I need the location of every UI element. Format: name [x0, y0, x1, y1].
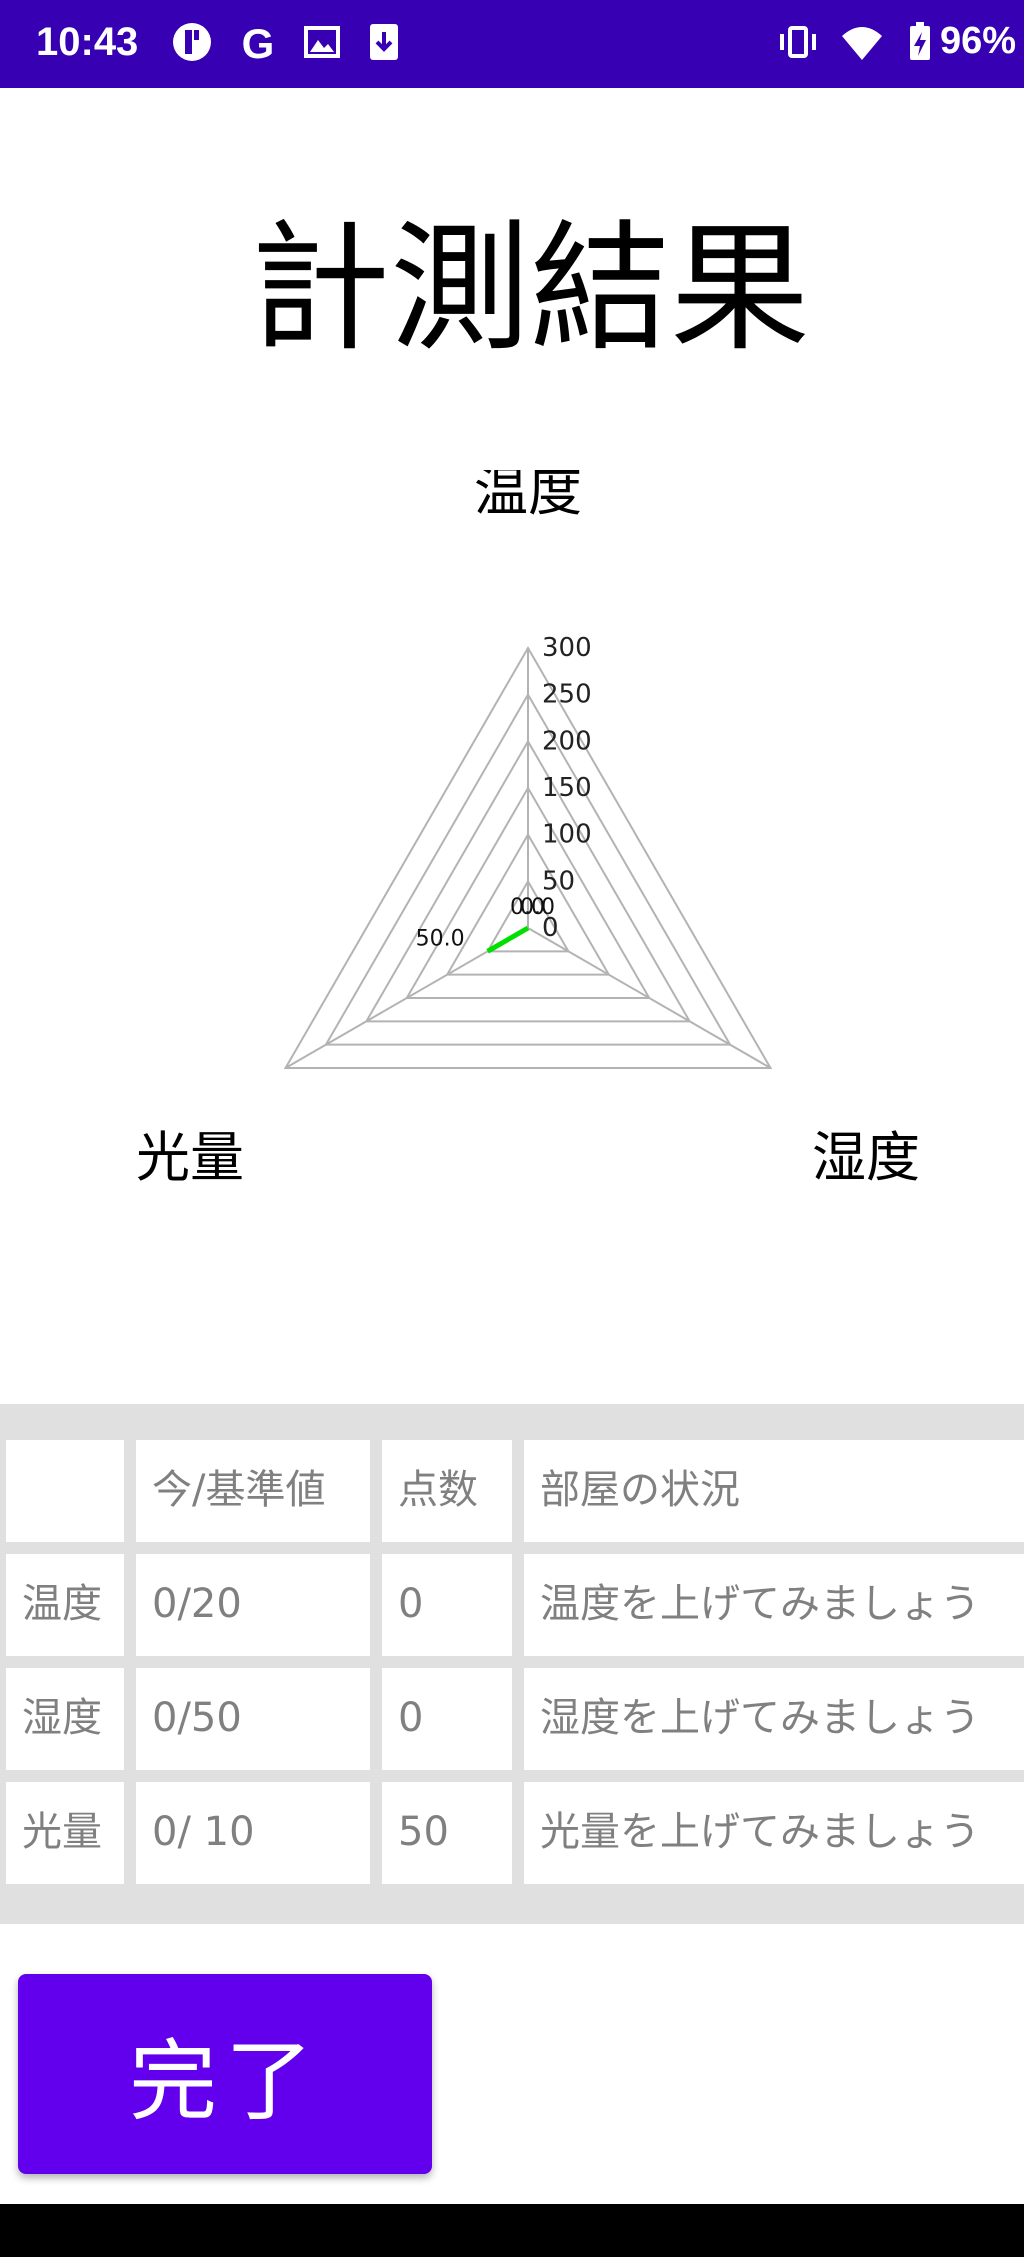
results-table: 今/基準値 点数 部屋の状況温度 0/20 0 温度を上げてみましょう湿度 0/50 0 湿度を…: [0, 1404, 1024, 1924]
tick-label: 100: [542, 820, 592, 850]
table-cell: 光量: [6, 1782, 124, 1884]
tick-label: 250: [542, 680, 592, 710]
done-button[interactable]: 完了: [18, 1974, 432, 2174]
table-cell: 湿度を上げてみましょう: [524, 1668, 1024, 1770]
point-label: 50.0: [416, 926, 465, 951]
table-cell: 温度を上げてみましょう: [524, 1554, 1024, 1656]
table-cell: 温度: [6, 1554, 124, 1656]
table-cell: 0: [382, 1554, 512, 1656]
table-header-cell: 点数: [382, 1440, 512, 1542]
tick-label: 300: [542, 633, 592, 663]
axis-label: 温度: [474, 470, 582, 523]
download-icon: [370, 24, 398, 60]
tick-label: 200: [542, 726, 592, 756]
table-cell: 0/ 10: [136, 1782, 370, 1884]
navigation-bar: [0, 2204, 1024, 2257]
tick-label: 50: [542, 866, 575, 896]
table-cell: 光量を上げてみましょう: [524, 1782, 1024, 1884]
table-header-cell: [6, 1440, 124, 1542]
table-cell: 0/20: [136, 1554, 370, 1656]
axis-label: 光量: [136, 1126, 244, 1189]
point-label: 0.0: [520, 895, 555, 920]
svg-text:G: G: [242, 20, 275, 64]
wifi-icon: [842, 27, 882, 60]
table-header-cell: 部屋の状況: [524, 1440, 1024, 1542]
status-bar: 10:43 G 96%: [0, 0, 1024, 88]
radar-chart: 050100150200250300温度湿度光量0.00.050.0: [136, 470, 920, 1189]
axis-label: 湿度: [812, 1126, 920, 1189]
battery-charging-icon: [910, 22, 930, 60]
table-cell: 湿度: [6, 1668, 124, 1770]
table-header-cell: 今/基準値: [136, 1440, 370, 1542]
google-icon: G: [242, 20, 275, 64]
vibrate-icon: [780, 26, 816, 58]
table-cell: 0: [382, 1668, 512, 1770]
status-time: 10:43: [36, 20, 139, 64]
battery-percent: 96%: [939, 20, 1016, 62]
app-icon: [173, 23, 211, 61]
table-cell: 50: [382, 1782, 512, 1884]
page-title: 計測結果: [249, 208, 810, 371]
tick-label: 150: [542, 773, 592, 803]
image-icon: [304, 26, 340, 58]
table-cell: 0/50: [136, 1668, 370, 1770]
